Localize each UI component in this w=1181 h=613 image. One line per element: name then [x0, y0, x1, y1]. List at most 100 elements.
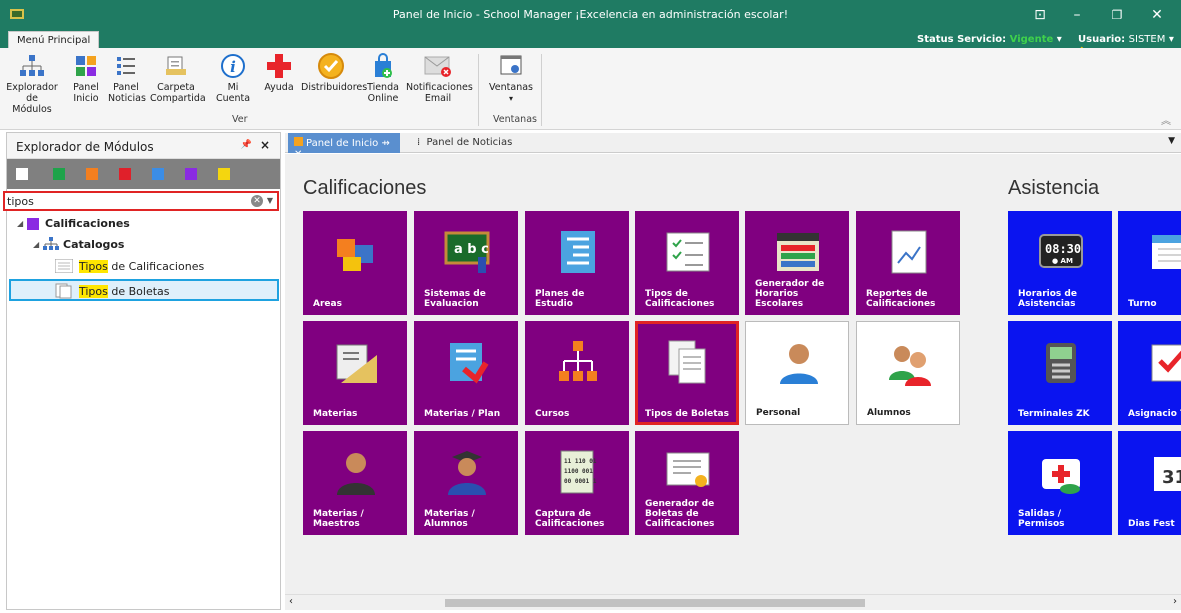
search-input[interactable]: tipos ✕ ▼: [3, 191, 279, 211]
binary-doc-icon: 11 110 01 1100 001 00 0001 1: [560, 450, 597, 494]
folder-icon: [166, 56, 186, 75]
tile-tipos-de-calificaciones[interactable]: Tipos de Calificaciones: [635, 211, 739, 315]
status-service: Status Servicio: Vigente ▾: [917, 34, 1062, 45]
swatch-green[interactable]: [53, 168, 65, 180]
svg-text:i: i: [230, 58, 236, 76]
checklist-icon: [55, 259, 73, 273]
swatch-white[interactable]: [16, 168, 28, 180]
swatch-red[interactable]: [119, 168, 131, 180]
ribbon-label: Panel Noticias: [108, 82, 146, 104]
calendar-icon: [1152, 235, 1181, 269]
collapse-arrow-icon[interactable]: ◢: [17, 219, 27, 228]
collapse-ribbon-icon[interactable]: ︽: [1161, 112, 1171, 127]
ribbon-label: Mi Cuenta: [215, 82, 251, 104]
tile-label: Terminales ZK: [1018, 409, 1090, 419]
tile-materias-alumnos[interactable]: Materias / Alumnos: [414, 431, 518, 535]
tile-salidas-permisos[interactable]: Salidas / Permisos: [1008, 431, 1112, 535]
tile-materias-plan[interactable]: Materias / Plan: [414, 321, 518, 425]
swatch-yellow[interactable]: [218, 168, 230, 180]
tree-label: de Calificaciones: [107, 259, 205, 273]
close-panel-icon[interactable]: ×: [260, 138, 270, 152]
ribbon-button-tienda[interactable]: Tienda Online: [366, 52, 400, 104]
news-icon: [117, 57, 135, 75]
maximize-button[interactable]: ❐: [1104, 5, 1130, 25]
ribbon-button-mi-cuenta[interactable]: i Mi Cuenta: [210, 52, 256, 104]
swatch-blue[interactable]: [152, 168, 164, 180]
user-label: Usuario:: [1078, 34, 1126, 45]
tab-menu-principal[interactable]: Menú Principal: [8, 31, 100, 49]
tree-node-calificaciones[interactable]: ◢ Calificaciones: [17, 217, 130, 230]
clear-search-icon[interactable]: ✕: [251, 195, 263, 207]
chalkboard-icon: a b c: [444, 231, 490, 273]
search-dropdown-icon[interactable]: ▼: [264, 194, 276, 208]
tree-item-tipos-calificaciones[interactable]: Tipos de Calificaciones: [55, 259, 204, 273]
ribbon: Explorador de Módulos Panel Inicio Panel…: [0, 48, 1181, 130]
horizontal-scrollbar[interactable]: ‹ ›: [285, 594, 1181, 610]
minimize-button[interactable]: –: [1064, 5, 1090, 25]
tile-label: Generador de Horarios Escolares: [755, 279, 825, 309]
color-swatches: [7, 159, 280, 189]
ruler-icon: [336, 344, 377, 383]
person-icon: [780, 344, 818, 384]
tile-tipos-de-boletas[interactable]: Tipos de Boletas: [635, 321, 739, 425]
tile-captura-de-calificaciones[interactable]: 11 110 01 1100 001 00 0001 1 Captura de Cal…: [525, 431, 629, 535]
tile-asignacio-turnos[interactable]: Asignacio Turnos: [1118, 321, 1181, 425]
hierarchy-icon: [559, 341, 597, 381]
window-title: Panel de Inicio - School Manager ¡Excele…: [392, 8, 789, 21]
swatch-orange[interactable]: [86, 168, 98, 180]
tree-item-tipos-boletas[interactable]: Tipos de Boletas: [55, 283, 170, 299]
tile-materias-maestros[interactable]: Materias / Maestros: [303, 431, 407, 535]
collapse-arrow-icon[interactable]: ◢: [33, 240, 43, 249]
status-value[interactable]: Vigente: [1010, 34, 1054, 45]
scroll-left-icon[interactable]: ‹: [289, 596, 293, 607]
tile-turno[interactable]: Turno: [1118, 211, 1181, 315]
svg-text:11 110 01: 11 110 01: [564, 458, 597, 465]
ribbon-button-notificaciones[interactable]: Notificaciones Email: [406, 52, 473, 104]
ribbon-button-ventanas[interactable]: Ventanas ▾: [486, 52, 536, 104]
tree-node-catalogos[interactable]: ◢ Catalogos: [33, 237, 124, 251]
ribbon-button-panel-inicio[interactable]: Panel Inicio: [70, 52, 102, 104]
tab-panel-inicio[interactable]: Panel de Inicio ⇸ ✕: [288, 133, 400, 160]
svg-text:00 0001 1: 00 0001 1: [564, 478, 597, 485]
ribbon-button-carpeta[interactable]: Carpeta Compartida: [150, 52, 206, 104]
tile-sistemas-de-evaluacion[interactable]: a b c Sistemas de Evaluacion: [414, 211, 518, 315]
section-title-asistencia: Asistencia: [1008, 177, 1100, 199]
tile-label: Horarios de Asistencias: [1018, 289, 1077, 309]
ribbon-button-explorador[interactable]: Explorador de Módulos: [6, 52, 58, 115]
ribbon-button-panel-noticias[interactable]: Panel Noticias: [108, 52, 146, 104]
tab-panel-noticias[interactable]: ⁞ Panel de Noticias: [417, 137, 512, 148]
pin-icon[interactable]: 📌: [241, 140, 252, 150]
pin-icon[interactable]: ⇸: [381, 138, 389, 149]
restore-ribbon-icon[interactable]: ⊡: [1027, 5, 1053, 25]
tile-generador-de-boletas-de-calificaciones[interactable]: Generador de Boletas de Calificaciones: [635, 431, 739, 535]
ribbon-label: Carpeta Compartida: [150, 82, 206, 104]
tile-terminales-zk[interactable]: Terminales ZK: [1008, 321, 1112, 425]
tile-dias-fest[interactable]: 31 Dias Fest: [1118, 431, 1181, 535]
tile-reportes-de-calificaciones[interactable]: Reportes de Calificaciones: [856, 211, 960, 315]
tab-dropdown-icon[interactable]: ▼: [1168, 136, 1175, 146]
status-label: Status Servicio:: [917, 34, 1007, 45]
tree-label: Catalogos: [63, 237, 125, 251]
tile-cursos[interactable]: Cursos: [525, 321, 629, 425]
swatch-purple[interactable]: [185, 168, 197, 180]
scroll-thumb[interactable]: [445, 599, 865, 607]
tree-label: de Boletas: [107, 284, 170, 298]
tile-personal[interactable]: Personal: [745, 321, 849, 425]
ribbon-button-ayuda[interactable]: Ayuda: [262, 52, 296, 93]
tile-label: Tipos de Boletas: [645, 409, 729, 419]
close-button[interactable]: ✕: [1144, 5, 1170, 25]
ribbon-button-distribuidores[interactable]: Distribuidores: [301, 52, 368, 93]
teacher-icon: [337, 453, 375, 495]
tile-planes-de-estudio[interactable]: Planes de Estudio: [525, 211, 629, 315]
modules-icon: [20, 55, 44, 76]
tile-horarios-de-asistencias[interactable]: 08:30 ● AM Horarios de Asistencias: [1008, 211, 1112, 315]
ribbon-label: Distribuidores: [301, 82, 368, 93]
tile-generador-de-horarios-escolares[interactable]: Generador de Horarios Escolares: [745, 211, 849, 315]
document-tab-strip: Panel de Inicio ⇸ ✕ ⁞ Panel de Noticias …: [285, 133, 1181, 160]
tile-areas[interactable]: Areas: [303, 211, 407, 315]
subject-plan-icon: [450, 343, 489, 384]
scroll-right-icon[interactable]: ›: [1173, 596, 1177, 607]
tile-alumnos[interactable]: Alumnos: [856, 321, 960, 425]
tile-materias[interactable]: Materias: [303, 321, 407, 425]
group-label-ver: Ver: [232, 114, 248, 125]
